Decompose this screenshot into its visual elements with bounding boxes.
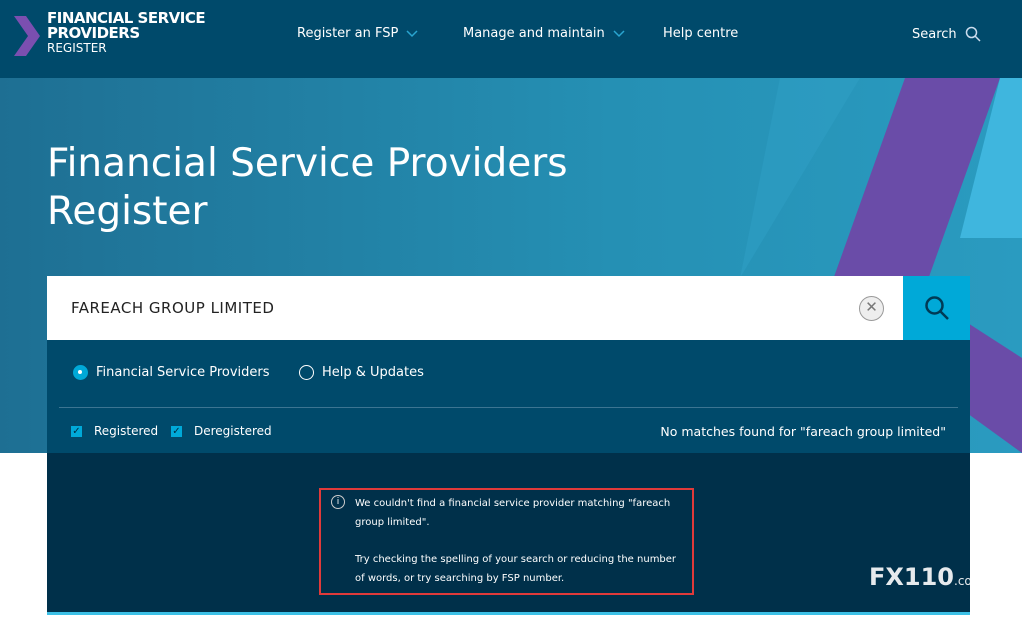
radio-label: Financial Service Providers: [96, 365, 270, 380]
checkbox-deregistered[interactable]: ✓ Deregistered: [171, 424, 272, 438]
checkbox-label: Deregistered: [194, 424, 272, 438]
message-text: Try checking the spelling of your search…: [355, 554, 677, 584]
search-submit-button[interactable]: [903, 276, 970, 340]
radio-unselected-icon: [299, 365, 314, 380]
checkbox-checked-icon: ✓: [71, 425, 82, 437]
info-icon: i: [331, 495, 345, 509]
search-options: Financial Service Providers Help & Updat…: [47, 340, 970, 453]
nav-label: Register an FSP: [297, 26, 399, 41]
search-icon: [965, 26, 981, 42]
logo-chevron-icon: [14, 16, 40, 56]
results-status: No matches found for "fareach group limi…: [660, 424, 946, 439]
header-search-button[interactable]: Search: [912, 26, 981, 42]
search-bar: ✕: [47, 276, 970, 340]
search-input[interactable]: [47, 276, 903, 340]
chevron-down-icon: [613, 29, 625, 37]
no-results-message: i We couldn't find a financial service p…: [319, 488, 694, 595]
chevron-down-icon: [406, 29, 418, 37]
nav-help-centre[interactable]: Help centre: [663, 26, 738, 41]
divider: [59, 407, 958, 408]
logo-line: PROVIDERS: [47, 24, 140, 42]
radio-help-updates[interactable]: Help & Updates: [299, 365, 424, 380]
close-icon[interactable]: ✕: [859, 296, 884, 321]
nav-manage-maintain[interactable]: Manage and maintain: [463, 26, 625, 41]
radio-financial-service-providers[interactable]: Financial Service Providers: [73, 365, 270, 380]
site-logo[interactable]: FINANCIAL SERVICE PROVIDERS REGISTER: [47, 11, 206, 56]
search-panel: ✕ Financial Service Providers Help & Upd…: [47, 276, 983, 615]
checkbox-label: Registered: [94, 424, 159, 438]
title-line: Financial Service Providers: [47, 141, 568, 186]
watermark-logo: FX110.com: [869, 563, 984, 591]
radio-label: Help & Updates: [322, 365, 424, 380]
results-area: i We couldn't find a financial service p…: [47, 453, 983, 615]
nav-label: Manage and maintain: [463, 26, 605, 41]
logo-line: REGISTER: [47, 41, 107, 55]
nav-label: Help centre: [663, 26, 739, 41]
search-icon: [924, 296, 949, 320]
radio-selected-icon: [73, 365, 88, 380]
title-line: Register: [47, 189, 208, 234]
page-title: Financial Service Providers Register: [47, 140, 568, 236]
checkbox-checked-icon: ✓: [171, 425, 182, 437]
checkbox-registered[interactable]: ✓ Registered: [71, 424, 158, 438]
site-header: FINANCIAL SERVICE PROVIDERS REGISTER Reg…: [0, 0, 1022, 78]
search-label: Search: [912, 26, 957, 42]
message-text: We couldn't find a financial service pro…: [355, 498, 671, 528]
nav-register-fsp[interactable]: Register an FSP: [297, 26, 418, 41]
